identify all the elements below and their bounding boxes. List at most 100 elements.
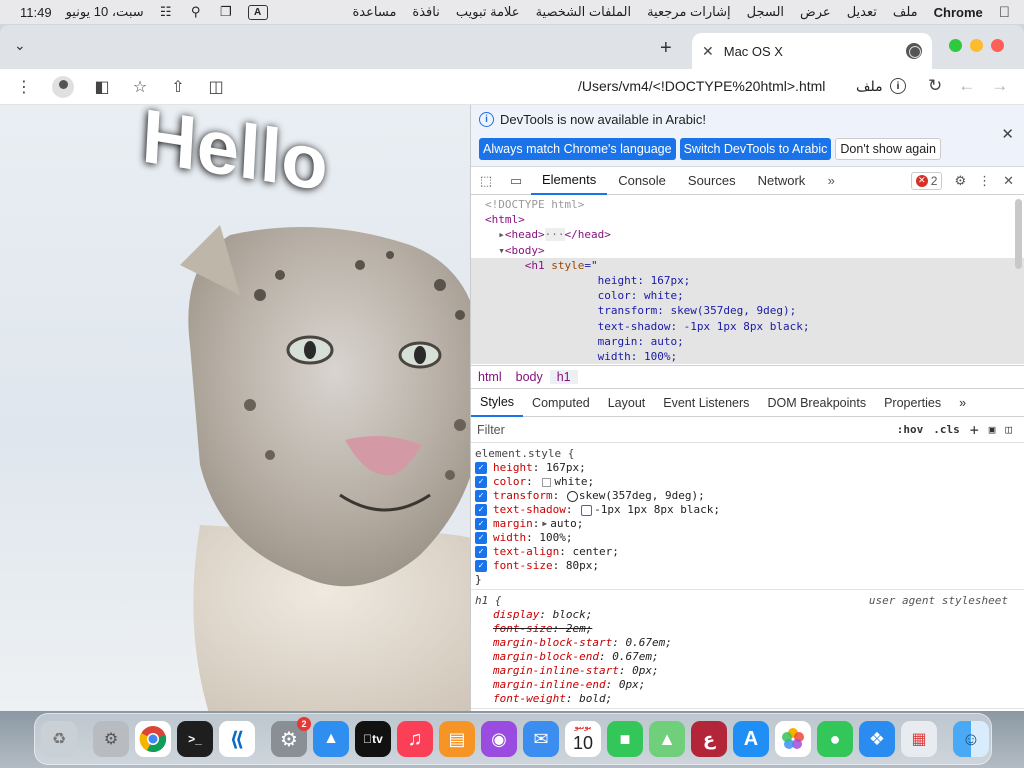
back-icon[interactable]: ← <box>958 76 975 96</box>
declaration-checkbox[interactable]: ✓ <box>475 560 487 572</box>
window-zoom-button[interactable] <box>949 39 962 52</box>
class-toggle[interactable]: .cls <box>933 423 960 436</box>
terminal-icon[interactable]: >_ <box>177 721 213 757</box>
chrome-icon[interactable] <box>135 721 171 757</box>
tab-search-chevron-icon[interactable]: ⌄ <box>14 37 26 54</box>
tab-network[interactable]: Network <box>747 167 817 195</box>
tab-styles[interactable]: Styles <box>471 389 524 417</box>
devtools-settings-gear-icon[interactable]: ⚙ <box>954 173 966 189</box>
declaration-checkbox[interactable]: ✓ <box>475 518 487 530</box>
input-source-indicator[interactable]: A <box>247 4 268 20</box>
style-declaration[interactable]: ✓ text-shadow: -1px 1px 8px black; <box>475 503 1020 517</box>
style-declaration[interactable]: ✓ margin: ▶ auto; <box>475 517 1020 531</box>
apple-tv-icon[interactable]: tv <box>355 721 391 757</box>
menu-history[interactable]: السجل <box>747 4 784 20</box>
styles-filter-input[interactable]: Filter <box>471 423 897 437</box>
menu-tab[interactable]: علامة تبويب <box>456 4 520 20</box>
window-close-button[interactable] <box>991 39 1004 52</box>
style-declaration[interactable]: ✓ text-align: center; <box>475 545 1020 559</box>
breadcrumb-h1[interactable]: h1 <box>549 370 578 384</box>
date[interactable]: سبت، 10 يونيو <box>66 4 144 20</box>
dom-node-body[interactable]: ▾<body> <box>471 243 1024 258</box>
style-declaration[interactable]: ✓ transform: skew(357deg, 9deg); <box>475 489 1020 503</box>
dictionary-icon[interactable]: ع <box>691 721 727 757</box>
music-icon[interactable]: ♫ <box>397 721 433 757</box>
shadow-editor-icon[interactable] <box>581 504 593 516</box>
menu-file[interactable]: ملف <box>893 4 918 20</box>
tab-event-listeners[interactable]: Event Listeners <box>654 389 758 417</box>
style-declaration[interactable]: ✓ color: white; <box>475 475 1020 489</box>
clock[interactable]: 11:49 <box>20 5 52 20</box>
collapse-triangle-icon[interactable]: ▾ <box>498 244 505 257</box>
bookmark-star-icon[interactable]: ☆ <box>130 77 150 97</box>
more-menu-icon[interactable]: ⋮ <box>14 77 34 97</box>
paint-flashing-icon[interactable]: ▣ <box>989 423 996 436</box>
menu-app-name[interactable]: Chrome <box>934 5 983 20</box>
inspect-element-icon[interactable]: ⬚ <box>471 173 501 189</box>
apple-menu-icon[interactable]:  <box>999 4 1010 21</box>
translate-icon[interactable]: ◫ <box>206 77 226 97</box>
dom-node-head[interactable]: ▸<head>···</head> <box>471 227 1024 242</box>
element-style-selector[interactable]: element.style { <box>475 447 1020 461</box>
color-swatch-icon[interactable] <box>542 477 552 487</box>
tab-computed[interactable]: Computed <box>523 389 599 417</box>
tab-console[interactable]: Console <box>607 167 677 195</box>
angle-clock-icon[interactable] <box>566 490 578 502</box>
declaration-checkbox[interactable]: ✓ <box>475 504 487 516</box>
share-icon[interactable]: ⇧ <box>168 77 188 97</box>
style-declaration[interactable]: ✓ font-size: 80px; <box>475 559 1020 573</box>
menu-window[interactable]: نافذة <box>412 4 439 20</box>
calendar-icon[interactable]: يونيو 10 <box>565 721 601 757</box>
breadcrumb-html[interactable]: html <box>471 370 509 384</box>
style-declaration[interactable]: ✓ width: 100%; <box>475 531 1020 545</box>
tab-properties[interactable]: Properties <box>875 389 950 417</box>
facetime-icon[interactable]: ■ <box>607 721 643 757</box>
menu-bookmarks[interactable]: إشارات مرجعية <box>647 4 731 20</box>
menu-edit[interactable]: تعديل <box>847 4 877 20</box>
declaration-checkbox[interactable]: ✓ <box>475 476 487 488</box>
tab-mac-os-x[interactable]: ✕ Mac OS X <box>692 33 932 69</box>
podcasts-icon[interactable]: ◉ <box>481 721 517 757</box>
expand-triangle-icon[interactable]: ▸ <box>498 228 505 241</box>
side-panel-icon[interactable]: ◧ <box>92 77 112 97</box>
tab-layout[interactable]: Layout <box>599 389 655 417</box>
expand-shorthand-icon[interactable]: ▶ <box>542 517 547 531</box>
messages-icon[interactable]: ● <box>817 721 853 757</box>
mail-icon[interactable]: ✉ <box>523 721 559 757</box>
new-tab-button[interactable]: + <box>660 37 672 60</box>
utility-app-icon[interactable]: ⚙ <box>93 721 129 757</box>
menu-profiles[interactable]: الملفات الشخصية <box>536 4 632 20</box>
declaration-checkbox[interactable]: ✓ <box>475 532 487 544</box>
close-tab-icon[interactable]: ✕ <box>702 43 714 60</box>
dom-node-h1-selected[interactable]: <h1 style=" <box>471 257 1024 274</box>
menu-view[interactable]: عرض <box>800 4 831 20</box>
spotlight-search-icon[interactable]: ⚲ <box>188 4 204 19</box>
finder-icon[interactable]: ☺ <box>953 721 989 757</box>
screen-mirroring-icon[interactable]: ❐ <box>218 4 234 19</box>
devtools-more-icon[interactable]: ⋮ <box>978 173 991 189</box>
toggle-sidebar-icon[interactable]: ◫ <box>1005 423 1012 436</box>
declaration-checkbox[interactable]: ✓ <box>475 462 487 474</box>
style-declaration[interactable]: ✓ height: 167px; <box>475 461 1020 475</box>
photos-icon[interactable] <box>775 721 811 757</box>
reload-icon[interactable]: ↻ <box>928 76 942 96</box>
app-store-icon[interactable]: A <box>733 721 769 757</box>
window-minimize-button[interactable] <box>970 39 983 52</box>
forward-icon[interactable]: → <box>991 76 1008 96</box>
control-center-icon[interactable]: ☷ <box>158 4 174 19</box>
dont-show-again-button[interactable]: Don't show again <box>835 138 941 160</box>
new-style-rule-icon[interactable]: + <box>970 421 979 439</box>
safari-icon[interactable]: ❖ <box>859 721 895 757</box>
profile-avatar-icon[interactable] <box>52 75 74 98</box>
device-toolbar-icon[interactable]: ▭ <box>501 173 531 189</box>
address-bar-url[interactable]: /Users/vm4/<!DOCTYPE%20html>.html <box>578 78 825 94</box>
tab-elements[interactable]: Elements <box>531 167 608 195</box>
declaration-checkbox[interactable]: ✓ <box>475 546 487 558</box>
keynote-icon[interactable]: ▲ <box>313 721 349 757</box>
hover-state-toggle[interactable]: :hov <box>897 423 924 436</box>
menu-help[interactable]: مساعدة <box>353 4 397 20</box>
books-icon[interactable]: ▤ <box>439 721 475 757</box>
tab-dom-breakpoints[interactable]: DOM Breakpoints <box>758 389 875 417</box>
declaration-checkbox[interactable]: ✓ <box>475 490 487 502</box>
trash-icon[interactable]: ♻ <box>41 721 77 757</box>
